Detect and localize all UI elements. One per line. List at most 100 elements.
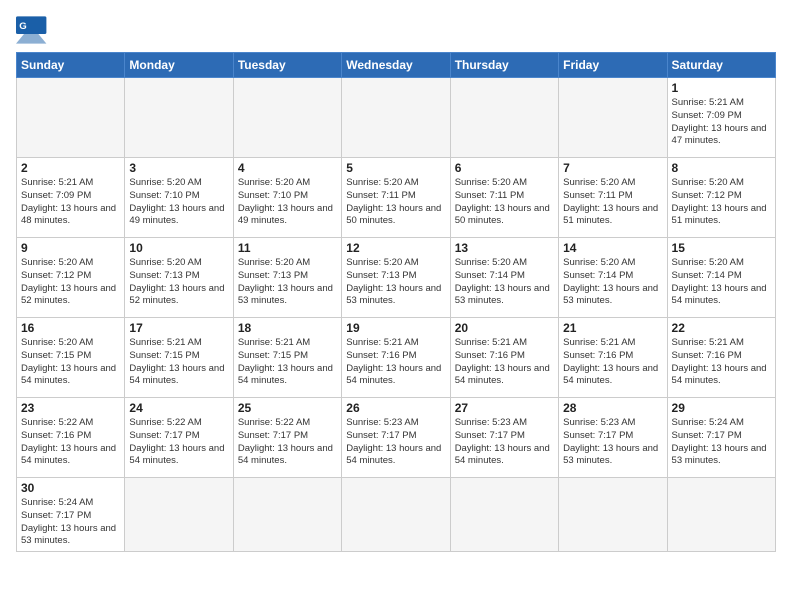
calendar-row: 16 Sunrise: 5:20 AMSunset: 7:15 PMDayligh… — [17, 318, 776, 398]
calendar-cell: 23 Sunrise: 5:22 AMSunset: 7:16 PMDayligh… — [17, 398, 125, 478]
weekday-header: Saturday — [667, 53, 775, 78]
day-info: Sunrise: 5:20 AMSunset: 7:10 PMDaylight:… — [129, 177, 228, 228]
day-info: Sunrise: 5:23 AMSunset: 7:17 PMDaylight:… — [346, 417, 445, 468]
day-number: 5 — [346, 161, 445, 175]
day-info: Sunrise: 5:22 AMSunset: 7:17 PMDaylight:… — [129, 417, 228, 468]
day-number: 11 — [238, 241, 337, 255]
weekday-header: Tuesday — [233, 53, 341, 78]
calendar-cell: 25 Sunrise: 5:22 AMSunset: 7:17 PMDayligh… — [233, 398, 341, 478]
day-number: 14 — [563, 241, 662, 255]
day-info: Sunrise: 5:22 AMSunset: 7:16 PMDaylight:… — [21, 417, 120, 468]
calendar-cell: 21Sunrise: 5:21 AMSunset: 7:16 PMDayligh… — [559, 318, 667, 398]
weekday-header-row: SundayMondayTuesdayWednesdayThursdayFrid… — [17, 53, 776, 78]
day-number: 4 — [238, 161, 337, 175]
day-number: 30 — [21, 481, 120, 495]
calendar-cell: 8Sunrise: 5:20 AMSunset: 7:12 PMDaylight… — [667, 158, 775, 238]
weekday-header: Wednesday — [342, 53, 450, 78]
page-header: G — [16, 16, 776, 44]
day-info: Sunrise: 5:21 AMSunset: 7:16 PMDaylight:… — [563, 337, 662, 388]
day-number: 1 — [672, 81, 771, 95]
calendar-cell: 18 Sunrise: 5:21 AMSunset: 7:15 PMDayligh… — [233, 318, 341, 398]
calendar-cell: 27 Sunrise: 5:23 AMSunset: 7:17 PMDayligh… — [450, 398, 558, 478]
day-number: 27 — [455, 401, 554, 415]
day-number: 15 — [672, 241, 771, 255]
calendar-cell — [233, 478, 341, 552]
calendar-cell: 3 Sunrise: 5:20 AMSunset: 7:10 PMDaylight… — [125, 158, 233, 238]
calendar-cell: 20 Sunrise: 5:21 AMSunset: 7:16 PMDayligh… — [450, 318, 558, 398]
calendar-cell: 5 Sunrise: 5:20 AMSunset: 7:11 PMDaylight… — [342, 158, 450, 238]
calendar-cell — [559, 478, 667, 552]
calendar-cell — [450, 478, 558, 552]
day-number: 6 — [455, 161, 554, 175]
day-info: Sunrise: 5:22 AMSunset: 7:17 PMDaylight:… — [238, 417, 337, 468]
day-number: 16 — [21, 321, 120, 335]
day-number: 9 — [21, 241, 120, 255]
day-number: 29 — [672, 401, 771, 415]
day-info: Sunrise: 5:21 AMSunset: 7:16 PMDaylight:… — [455, 337, 554, 388]
calendar-cell: 24 Sunrise: 5:22 AMSunset: 7:17 PMDayligh… — [125, 398, 233, 478]
day-number: 23 — [21, 401, 120, 415]
calendar-cell — [450, 78, 558, 158]
day-info: Sunrise: 5:21 AMSunset: 7:09 PMDaylight:… — [21, 177, 120, 228]
calendar-cell: 9 Sunrise: 5:20 AMSunset: 7:12 PMDaylight… — [17, 238, 125, 318]
day-number: 3 — [129, 161, 228, 175]
weekday-header: Sunday — [17, 53, 125, 78]
day-info: Sunrise: 5:21 AMSunset: 7:15 PMDaylight:… — [129, 337, 228, 388]
calendar-cell: 12 Sunrise: 5:20 AMSunset: 7:13 PMDayligh… — [342, 238, 450, 318]
calendar-cell: 19Sunrise: 5:21 AMSunset: 7:16 PMDayligh… — [342, 318, 450, 398]
calendar-cell: 2 Sunrise: 5:21 AMSunset: 7:09 PMDaylight… — [17, 158, 125, 238]
calendar-cell — [342, 478, 450, 552]
day-number: 2 — [21, 161, 120, 175]
day-number: 26 — [346, 401, 445, 415]
day-info: Sunrise: 5:23 AMSunset: 7:17 PMDaylight:… — [455, 417, 554, 468]
calendar-cell: 14 Sunrise: 5:20 AMSunset: 7:14 PMDayligh… — [559, 238, 667, 318]
day-number: 12 — [346, 241, 445, 255]
calendar-cell: 10Sunrise: 5:20 AMSunset: 7:13 PMDayligh… — [125, 238, 233, 318]
calendar-cell — [125, 478, 233, 552]
calendar-cell — [342, 78, 450, 158]
calendar-cell: 29 Sunrise: 5:24 AMSunset: 7:17 PMDayligh… — [667, 398, 775, 478]
calendar-cell: 16 Sunrise: 5:20 AMSunset: 7:15 PMDayligh… — [17, 318, 125, 398]
calendar-row: 23 Sunrise: 5:22 AMSunset: 7:16 PMDayligh… — [17, 398, 776, 478]
day-number: 8 — [672, 161, 771, 175]
calendar-cell: 26 Sunrise: 5:23 AMSunset: 7:17 PMDayligh… — [342, 398, 450, 478]
day-info: Sunrise: 5:20 AMSunset: 7:11 PMDaylight:… — [346, 177, 445, 228]
day-info: Sunrise: 5:20 AMSunset: 7:12 PMDaylight:… — [21, 257, 120, 308]
calendar-cell: 7 Sunrise: 5:20 AMSunset: 7:11 PMDaylight… — [559, 158, 667, 238]
calendar-cell: 13Sunrise: 5:20 AMSunset: 7:14 PMDayligh… — [450, 238, 558, 318]
day-number: 18 — [238, 321, 337, 335]
svg-text:G: G — [19, 21, 26, 32]
day-info: Sunrise: 5:20 AMSunset: 7:14 PMDaylight:… — [563, 257, 662, 308]
day-info: Sunrise: 5:20 AMSunset: 7:11 PMDaylight:… — [563, 177, 662, 228]
day-number: 19 — [346, 321, 445, 335]
calendar-cell — [233, 78, 341, 158]
calendar-row: 1 Sunrise: 5:21 AMSunset: 7:09 PMDaylight… — [17, 78, 776, 158]
calendar-cell: 28Sunrise: 5:23 AMSunset: 7:17 PMDayligh… — [559, 398, 667, 478]
day-number: 13 — [455, 241, 554, 255]
day-number: 24 — [129, 401, 228, 415]
calendar-cell — [17, 78, 125, 158]
day-info: Sunrise: 5:20 AMSunset: 7:10 PMDaylight:… — [238, 177, 337, 228]
calendar-cell: 11Sunrise: 5:20 AMSunset: 7:13 PMDayligh… — [233, 238, 341, 318]
weekday-header: Friday — [559, 53, 667, 78]
calendar-cell — [559, 78, 667, 158]
day-info: Sunrise: 5:23 AMSunset: 7:17 PMDaylight:… — [563, 417, 662, 468]
calendar-cell — [667, 478, 775, 552]
day-info: Sunrise: 5:20 AMSunset: 7:14 PMDaylight:… — [672, 257, 771, 308]
day-info: Sunrise: 5:21 AMSunset: 7:09 PMDaylight:… — [672, 97, 771, 148]
calendar-cell: 6Sunrise: 5:20 AMSunset: 7:11 PMDaylight… — [450, 158, 558, 238]
day-info: Sunrise: 5:21 AMSunset: 7:15 PMDaylight:… — [238, 337, 337, 388]
day-number: 7 — [563, 161, 662, 175]
calendar-cell: 15 Sunrise: 5:20 AMSunset: 7:14 PMDayligh… — [667, 238, 775, 318]
day-number: 17 — [129, 321, 228, 335]
day-number: 20 — [455, 321, 554, 335]
day-info: Sunrise: 5:21 AMSunset: 7:16 PMDaylight:… — [672, 337, 771, 388]
day-info: Sunrise: 5:20 AMSunset: 7:13 PMDaylight:… — [129, 257, 228, 308]
calendar-cell: 22Sunrise: 5:21 AMSunset: 7:16 PMDayligh… — [667, 318, 775, 398]
calendar-row: 2 Sunrise: 5:21 AMSunset: 7:09 PMDaylight… — [17, 158, 776, 238]
day-info: Sunrise: 5:20 AMSunset: 7:15 PMDaylight:… — [21, 337, 120, 388]
day-info: Sunrise: 5:20 AMSunset: 7:13 PMDaylight:… — [346, 257, 445, 308]
calendar-table: SundayMondayTuesdayWednesdayThursdayFrid… — [16, 52, 776, 552]
day-info: Sunrise: 5:24 AMSunset: 7:17 PMDaylight:… — [672, 417, 771, 468]
day-number: 25 — [238, 401, 337, 415]
